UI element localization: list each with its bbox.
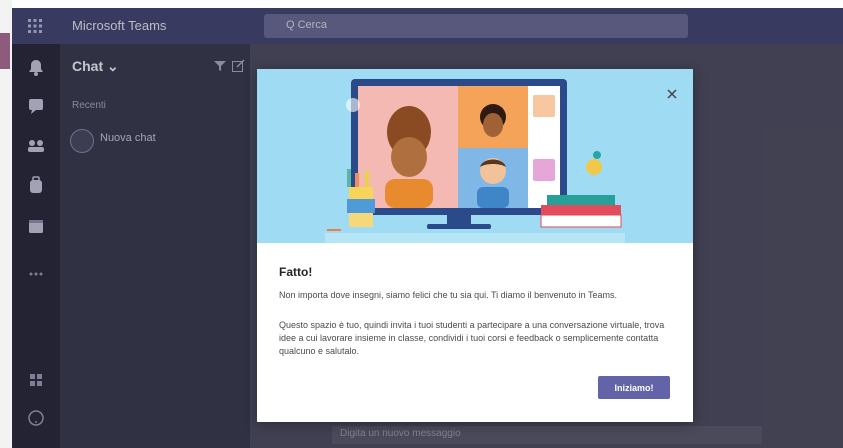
desktop-edge <box>0 0 12 448</box>
dialog-paragraph-2: Questo spazio è tuo, quindi invita i tuo… <box>279 320 665 356</box>
dialog-title: Fatto! <box>279 265 313 279</box>
close-icon[interactable] <box>665 87 679 101</box>
welcome-dialog: Fatto! Non importa dove insegni, siamo f… <box>257 69 693 422</box>
dialog-paragraph-1: Non importa dove insegni, siamo felici c… <box>279 290 618 300</box>
start-button[interactable]: Iniziamo! <box>598 376 670 399</box>
welcome-illustration <box>257 69 693 243</box>
desktop-accent <box>0 33 10 69</box>
video-call-illustration <box>325 79 625 243</box>
